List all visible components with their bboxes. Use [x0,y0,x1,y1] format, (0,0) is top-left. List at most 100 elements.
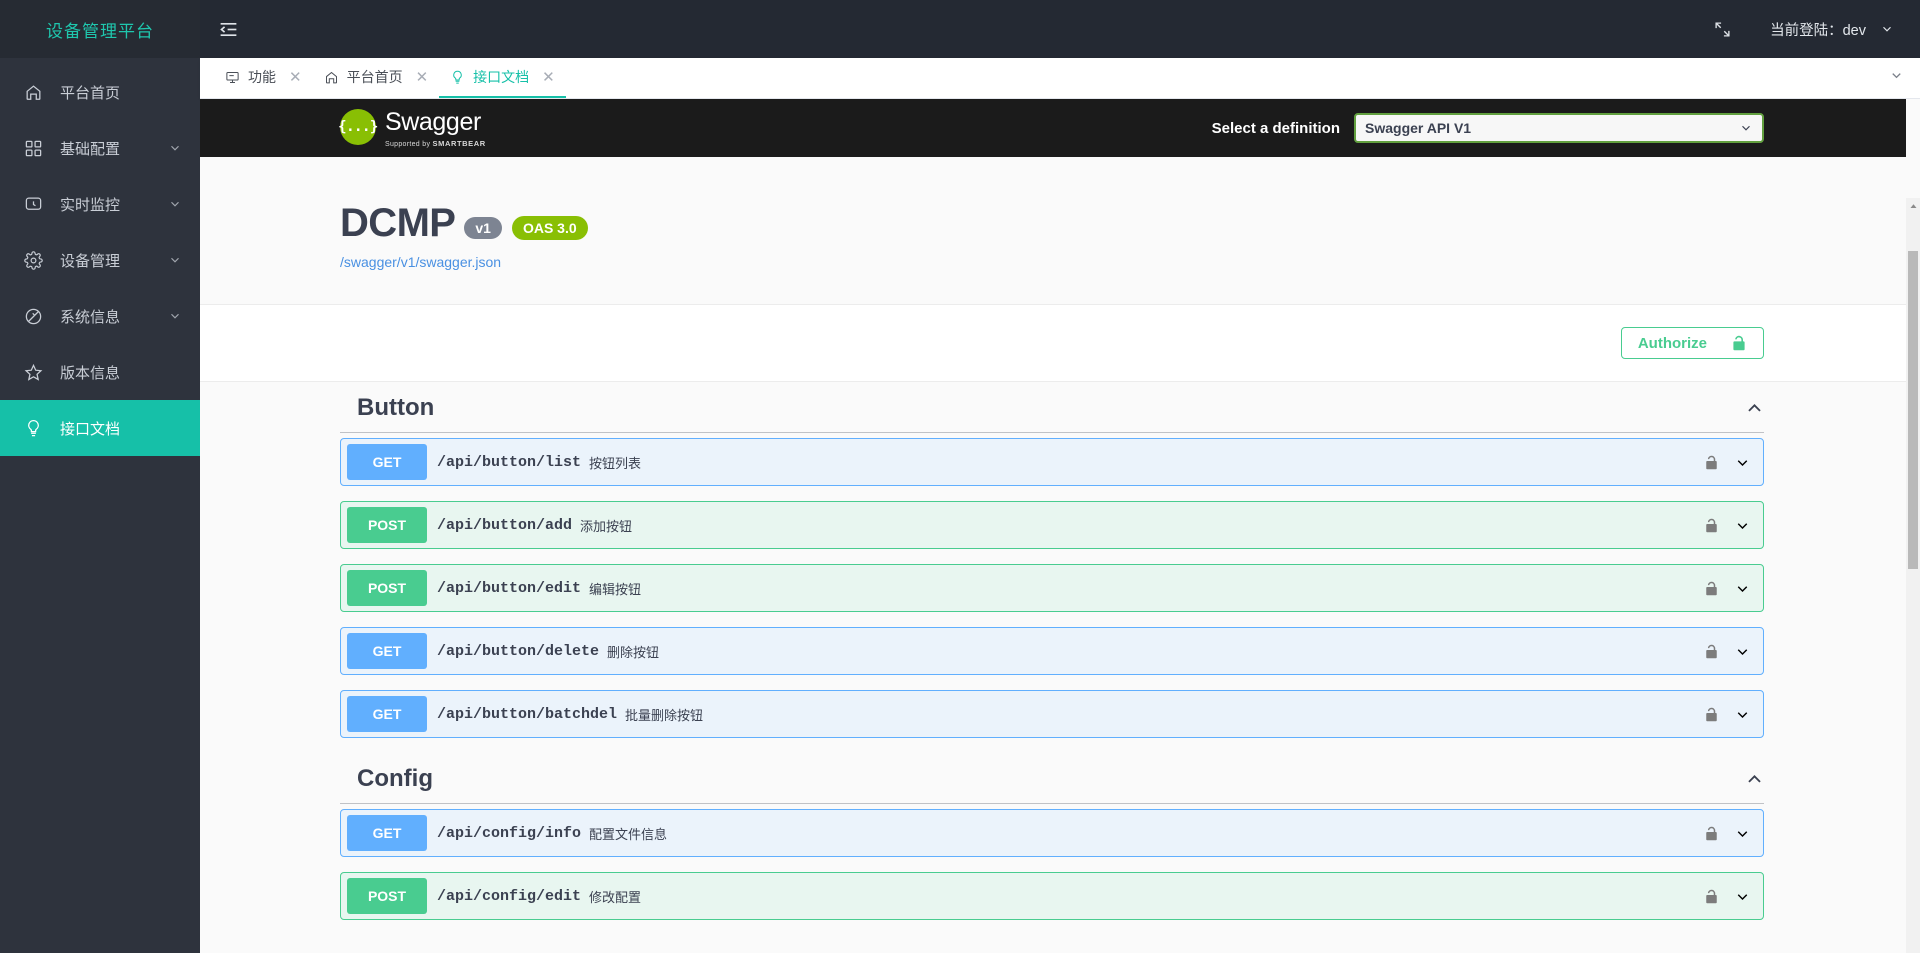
http-method-badge: POST [347,507,427,543]
sidebar-item-realtime-monitor[interactable]: 实时监控 [0,176,200,232]
definition-selector-wrap: Select a definition Swagger API V1 [1212,113,1906,143]
tag-section-config: Config GET /api/config/info 配置文件信息 POST … [340,753,1764,920]
tab-strip: 功能 ✕ 平台首页 ✕ 接口文档 ✕ [200,58,1920,99]
scrollbar-thumb[interactable] [1908,251,1918,569]
close-icon[interactable]: ✕ [416,70,429,85]
operation-path: /api/button/delete [437,642,600,660]
fullscreen-icon[interactable] [1714,18,1736,40]
definition-selected-value: Swagger API V1 [1365,120,1472,136]
sidebar-item-label: 接口文档 [60,420,121,438]
tag-header-config[interactable]: Config [340,753,1764,804]
tab-api-docs[interactable]: 接口文档 ✕ [439,58,566,98]
sidebar-item-basic-config[interactable]: 基础配置 [0,120,200,176]
chevron-down-icon[interactable] [1727,454,1757,471]
operation-summary: 修改配置 [589,889,642,905]
tab-platform-home[interactable]: 平台首页 ✕ [313,58,440,98]
menu-fold-icon[interactable] [218,16,244,42]
http-method-badge: POST [347,878,427,914]
scroll-up-arrow-icon[interactable] [1906,198,1920,214]
http-method-badge: GET [347,815,427,851]
unlock-icon[interactable] [1701,455,1721,470]
swagger-logo[interactable]: {...} Swagger Supported by SMARTBEAR [338,108,486,148]
operations-body: Button GET /api/button/list 按钮列表 POST /a… [200,382,1906,953]
operation-path: /api/config/info [437,824,582,842]
swagger-wordmark: Swagger Supported by SMARTBEAR [385,109,486,148]
sidebar-item-label: 系统信息 [60,308,121,326]
unlock-icon[interactable] [1701,518,1721,533]
operation-path: /api/config/edit [437,887,582,905]
definition-label: Select a definition [1211,119,1340,137]
top-navbar: 当前登陆：dev [200,0,1920,58]
authorize-label: Authorize [1637,334,1707,352]
unlock-icon [1731,335,1747,351]
chevron-down-icon [168,141,182,155]
scheme-container: Authorize [200,304,1906,382]
chevron-down-icon[interactable] [1727,643,1757,660]
swagger-wordmark-text: Swagger [385,107,481,136]
operation-summary: 配置文件信息 [589,826,668,842]
current-user-label: 当前登陆：dev [1770,22,1866,39]
operation-path: /api/button/batchdel [437,705,618,723]
operation-row[interactable]: POST /api/button/edit 编辑按钮 [340,564,1764,612]
swagger-mark-icon: {...} [338,108,378,145]
chevron-up-icon [1745,399,1764,418]
operation-row[interactable]: GET /api/button/delete 删除按钮 [340,627,1764,675]
operation-row[interactable]: GET /api/button/list 按钮列表 [340,438,1764,486]
spec-url-row: /swagger/v1/swagger.json [340,254,1906,270]
operation-row[interactable]: GET /api/button/batchdel 批量删除按钮 [340,690,1764,738]
sidebar-item-label: 基础配置 [60,140,121,158]
sidebar-item-label: 设备管理 [60,252,121,270]
spec-url-link[interactable]: /swagger/v1/swagger.json [340,254,501,270]
tag-header-button[interactable]: Button [340,382,1764,433]
tab-function[interactable]: 功能 ✕ [214,58,313,98]
chevron-down-icon[interactable] [1727,825,1757,842]
page-scrollbar[interactable] [1906,198,1920,953]
definition-select[interactable]: Swagger API V1 [1354,113,1764,143]
sidebar-item-system-info[interactable]: 系统信息 [0,288,200,344]
unlock-icon[interactable] [1701,707,1721,722]
sidebar-menu: 平台首页 基础配置 实时监控 设备管理 系统信息 版本信息 接口文档 [0,58,200,953]
home-icon [324,69,340,85]
operation-row[interactable]: GET /api/config/info 配置文件信息 [340,809,1764,857]
sidebar-item-api-docs[interactable]: 接口文档 [0,400,200,456]
operation-row[interactable]: POST /api/config/edit 修改配置 [340,872,1764,920]
operation-summary: 批量删除按钮 [625,707,704,723]
chevron-down-icon [168,197,182,211]
chevron-down-icon[interactable] [1727,706,1757,723]
gear-icon [22,249,44,271]
unlock-icon[interactable] [1701,889,1721,904]
tab-overflow-button[interactable] [1872,58,1920,98]
sidebar-item-version-info[interactable]: 版本信息 [0,344,200,400]
http-method-badge: GET [347,633,427,669]
unlock-icon[interactable] [1701,826,1721,841]
operation-path: /api/button/edit [437,579,582,597]
current-user-menu[interactable]: 当前登陆：dev [1770,19,1894,40]
sidebar: 设备管理平台 平台首页 基础配置 实时监控 设备管理 系统信息 版本信息 接口文… [0,0,200,953]
sidebar-item-device-management[interactable]: 设备管理 [0,232,200,288]
bulb-icon [22,417,44,439]
sidebar-logo: 设备管理平台 [0,0,200,58]
close-icon[interactable]: ✕ [542,70,555,85]
authorize-button[interactable]: Authorize [1620,327,1764,359]
close-icon[interactable]: ✕ [289,70,302,85]
chevron-down-icon[interactable] [1727,888,1757,905]
sidebar-item-label: 实时监控 [60,196,121,214]
operation-summary: 删除按钮 [607,644,660,660]
tag-name: Config [357,765,433,792]
star-icon [22,361,44,383]
sidebar-item-platform-home[interactable]: 平台首页 [0,64,200,120]
operation-row[interactable]: POST /api/button/add 添加按钮 [340,501,1764,549]
sidebar-item-label: 版本信息 [60,364,121,382]
chevron-down-icon [1739,121,1753,135]
unlock-icon[interactable] [1701,581,1721,596]
bulb-icon [450,69,466,85]
chevron-down-icon[interactable] [1727,580,1757,597]
chevron-down-icon [168,309,182,323]
unlock-icon[interactable] [1701,644,1721,659]
operation-summary: 添加按钮 [580,518,633,534]
chevron-down-icon[interactable] [1727,517,1757,534]
tab-label: 接口文档 [473,69,530,85]
swagger-topbar: {...} Swagger Supported by SMARTBEAR Sel… [200,99,1906,157]
http-method-badge: GET [347,444,427,480]
operation-summary: 按钮列表 [589,455,642,471]
